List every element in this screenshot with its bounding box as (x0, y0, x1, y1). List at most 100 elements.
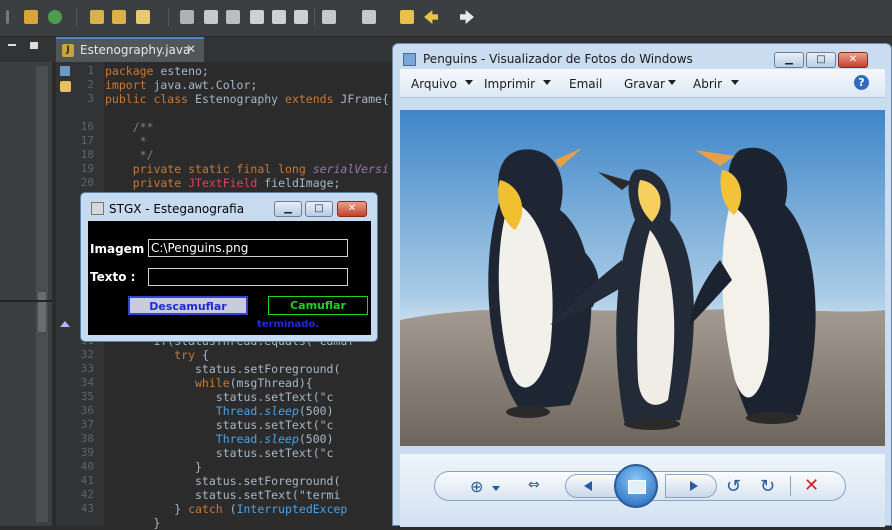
rotate-left-icon[interactable]: ↺ (726, 476, 741, 497)
line-number: 1 (87, 64, 94, 77)
viewer-minimize-button[interactable]: ▁ (774, 52, 804, 68)
code-token: package (105, 64, 161, 78)
line-number: 40 (80, 460, 94, 473)
code-line[interactable]: status.setForeground( (105, 474, 340, 488)
pen-icon[interactable] (204, 10, 218, 24)
next-annotation-icon[interactable] (362, 10, 376, 24)
stgx-maximize-button[interactable]: □ (305, 201, 333, 217)
java-file-icon: J (62, 44, 74, 57)
line-number: 32 (80, 348, 94, 361)
code-line[interactable]: } catch (InterruptedExcep (105, 502, 347, 516)
outline-icon[interactable] (294, 10, 308, 24)
annotation-icon[interactable] (322, 10, 336, 24)
code-token: try (105, 348, 202, 362)
code-line[interactable]: public class Estenography extends JFrame… (105, 92, 389, 106)
help-icon[interactable]: ? (854, 75, 869, 90)
brush-icon[interactable] (136, 10, 150, 24)
previous-button[interactable] (565, 474, 617, 498)
code-line[interactable]: Thread.sleep(500) (105, 432, 334, 446)
tab-estenography-java[interactable]: J Estenography.java ✕ (56, 37, 204, 62)
code-line[interactable]: status.setText("c (105, 418, 334, 432)
code-line[interactable]: } (105, 516, 160, 530)
descamuflar-button[interactable]: Descamuflar (128, 296, 248, 315)
last-edit-icon[interactable] (400, 10, 414, 24)
rotate-right-icon[interactable]: ↻ (760, 476, 775, 497)
page-icon[interactable] (272, 10, 286, 24)
delete-icon[interactable]: ✕ (804, 475, 819, 496)
forward-arrow-icon[interactable] (460, 10, 474, 24)
line-number: 36 (80, 404, 94, 417)
code-token: { (201, 348, 209, 362)
slideshow-button[interactable] (614, 464, 658, 508)
code-line[interactable]: private JTextField fieldImage; (105, 176, 341, 190)
code-token: } (105, 516, 161, 530)
penguins-image (400, 110, 885, 446)
code-line[interactable]: package esteno; (105, 64, 209, 78)
previous-icon (584, 481, 592, 491)
toolbar-grip-icon (6, 10, 9, 24)
chevron-down-icon (492, 486, 500, 491)
image-path-field[interactable]: C:\Penguins.png (148, 239, 348, 257)
new-class-icon[interactable] (48, 10, 62, 24)
code-token: */ (105, 148, 154, 162)
stgx-client-area: Imagem : C:\Penguins.png Texto : Descamu… (88, 221, 371, 335)
menu-arquivo[interactable]: Arquivo (411, 77, 457, 91)
viewer-close-button[interactable]: ✕ (838, 52, 868, 68)
code-line[interactable]: status.setText("c (105, 390, 334, 404)
new-project-icon[interactable] (24, 10, 38, 24)
menu-imprimir[interactable]: Imprimir (484, 77, 535, 91)
code-line[interactable]: status.setText("c (105, 446, 334, 460)
document-icon[interactable] (250, 10, 264, 24)
code-line[interactable]: import java.awt.Color; (105, 78, 257, 92)
code-line[interactable]: * (105, 134, 147, 148)
code-token: fieldImage; (264, 176, 341, 190)
line-number: 41 (80, 474, 94, 487)
line-number: 16 (80, 120, 94, 133)
code-line[interactable]: status.setForeground( (105, 362, 340, 376)
code-token: status.setText("c (105, 418, 334, 432)
stgx-minimize-button[interactable]: ▁ (274, 201, 302, 217)
close-tab-icon[interactable]: ✕ (186, 42, 196, 56)
search-icon[interactable] (180, 10, 194, 24)
code-token: import (105, 78, 154, 92)
code-token: /** (105, 120, 154, 134)
line-number: 35 (80, 390, 94, 403)
menu-abrir[interactable]: Abrir (693, 77, 722, 91)
open-folder-icon[interactable] (90, 10, 104, 24)
code-token: status.setForeground( (105, 474, 341, 488)
line-number: 2 (87, 78, 94, 91)
maximize-view-icon[interactable] (30, 42, 38, 49)
stgx-close-button[interactable]: ✕ (337, 201, 367, 217)
code-line[interactable]: } (105, 460, 202, 474)
viewer-title: Penguins - Visualizador de Fotos do Wind… (423, 52, 693, 66)
next-button[interactable] (665, 474, 717, 498)
code-token: status.setText("c (105, 446, 334, 460)
code-token: status.setText("c (105, 390, 334, 404)
code-line[interactable]: */ (105, 148, 154, 162)
stgx-title: STGX - Esteganografia (109, 202, 245, 216)
code-line[interactable]: status.setText("termi (105, 488, 340, 502)
toolbar-separator (76, 8, 77, 26)
line-number: 39 (80, 446, 94, 459)
actual-size-icon[interactable]: ⇔ (528, 477, 540, 493)
back-arrow-icon[interactable] (424, 10, 438, 24)
ide-toolbar (0, 0, 892, 37)
line-number: 19 (80, 162, 94, 175)
code-line[interactable]: while(msgThread){ (105, 376, 313, 390)
open-type-icon[interactable] (112, 10, 126, 24)
scrollbar-thumb[interactable] (38, 292, 46, 332)
code-line[interactable]: private static final long serialVersi (105, 162, 389, 176)
viewer-maximize-button[interactable]: □ (806, 52, 836, 68)
minimize-view-icon[interactable] (8, 44, 16, 46)
menu-email[interactable]: Email (569, 77, 602, 91)
chevron-down-icon (543, 80, 551, 85)
code-line[interactable]: Thread.sleep(500) (105, 404, 334, 418)
text-field[interactable] (148, 268, 348, 286)
code-line[interactable]: /** (105, 120, 154, 134)
camuflar-button[interactable]: Camuflar (268, 296, 368, 315)
zoom-icon[interactable]: ⊕ (470, 477, 483, 496)
task-icon[interactable] (226, 10, 240, 24)
menu-gravar[interactable]: Gravar (624, 77, 665, 91)
image-label: Imagem : (90, 242, 154, 256)
code-line[interactable]: try { (105, 348, 209, 362)
